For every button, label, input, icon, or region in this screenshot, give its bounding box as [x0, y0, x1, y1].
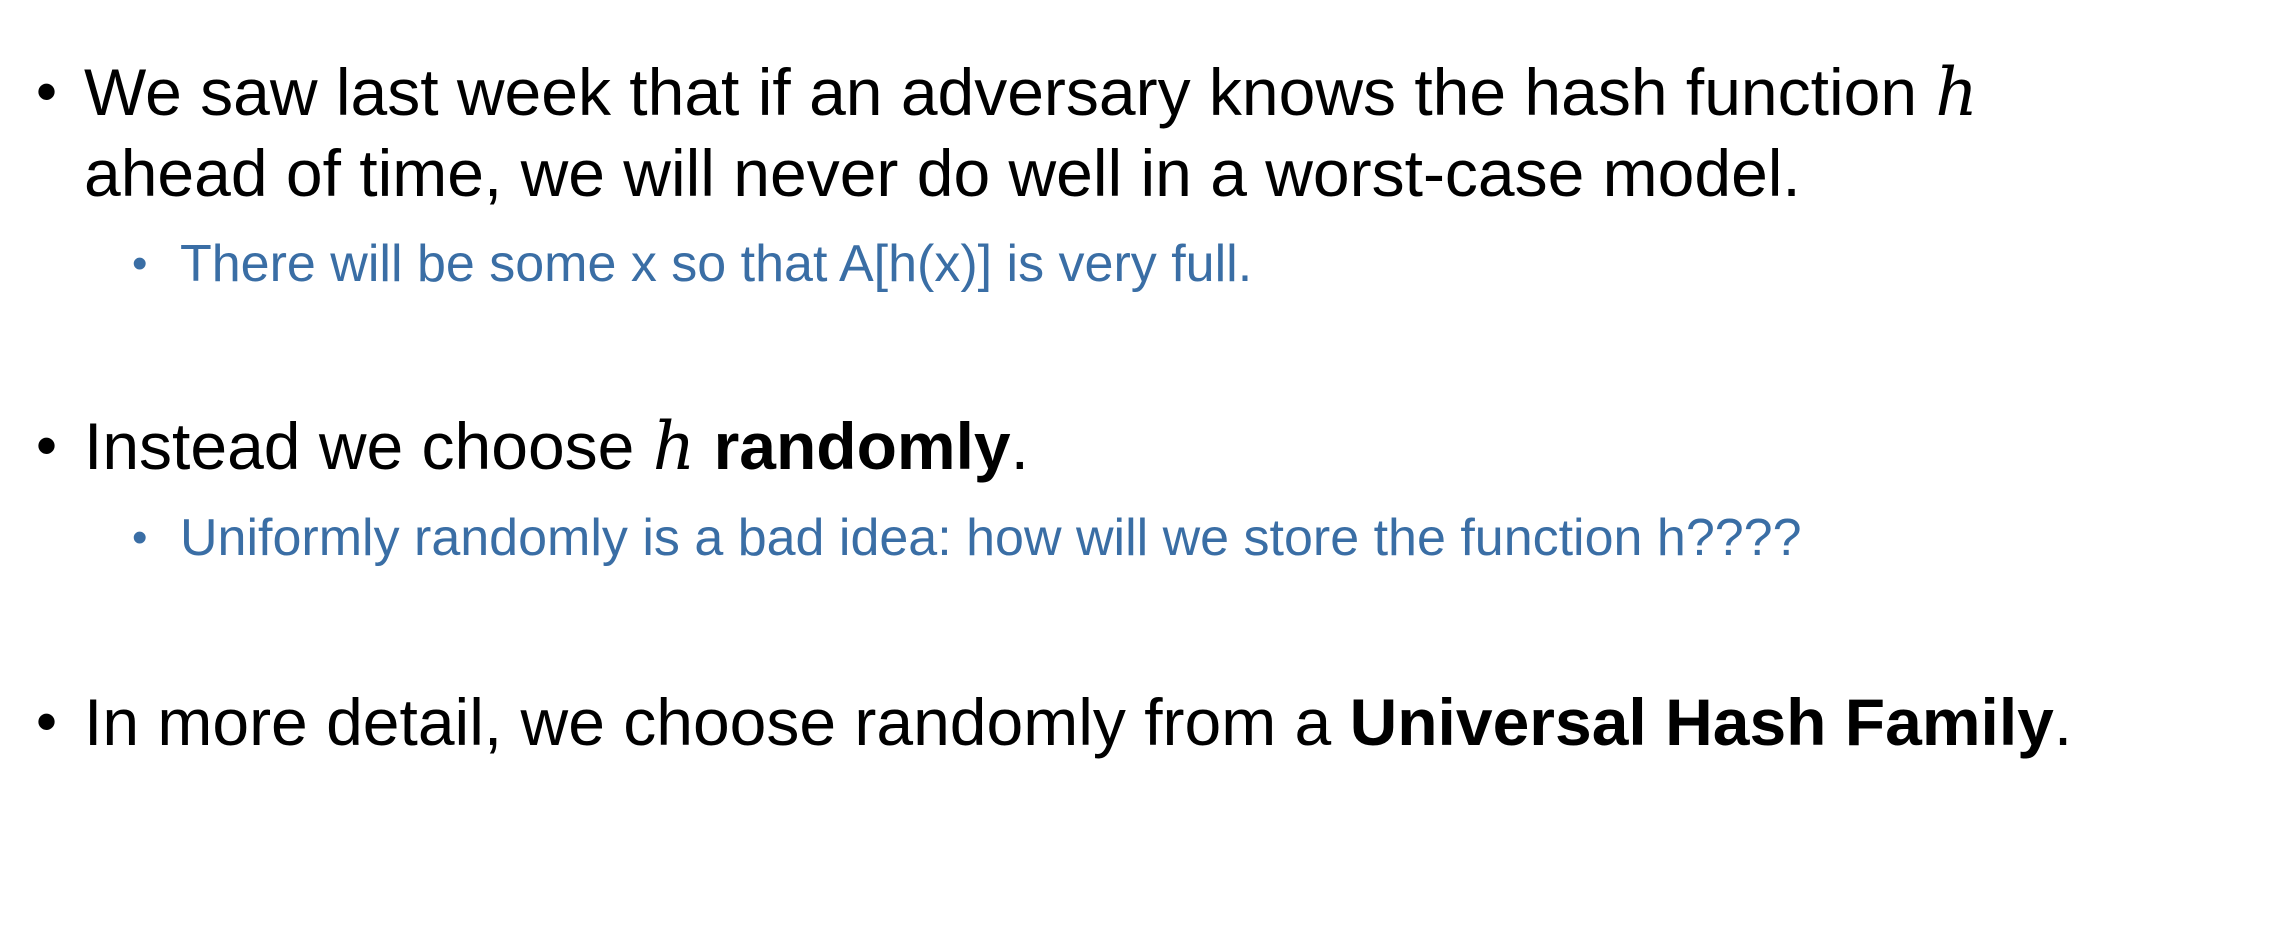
- bullet-1-line-2: ahead of time, we will never do well in …: [84, 136, 1801, 210]
- math-h: h: [652, 408, 696, 485]
- bullet-3-pre: In more detail, we choose randomly from …: [84, 685, 1350, 759]
- bullet-2-post: .: [1010, 409, 1029, 483]
- bullet-3: • In more detail, we choose randomly fro…: [36, 682, 2073, 762]
- bullet-1: • We saw last week that if an adversary …: [36, 52, 1978, 213]
- bullet-1-line-1: We saw last week that if an adversary kn…: [84, 52, 1978, 133]
- bullet-1-sub: • There will be some x so that A[h(x)] i…: [132, 232, 1253, 296]
- bullet-2-mid: [695, 409, 713, 483]
- bullet-glyph: •: [36, 688, 58, 755]
- bullet-1-text: We saw last week that if an adversary kn…: [84, 55, 1936, 129]
- bullet-2-sub-text: Uniformly randomly is a bad idea: how wi…: [180, 509, 1802, 567]
- math-h: h: [1935, 54, 1978, 131]
- bullet-3-bold: Universal Hash Family: [1349, 685, 2054, 759]
- bullet-1-sub-text: There will be some x so that A[h(x)] is …: [180, 235, 1253, 293]
- bullet-2-sub: • Uniformly randomly is a bad idea: how …: [132, 506, 1802, 570]
- bullet-2-bold: randomly: [713, 409, 1011, 483]
- bullet-glyph: •: [36, 412, 58, 479]
- bullet-glyph: •: [132, 513, 148, 562]
- bullet-glyph: •: [132, 239, 148, 288]
- bullet-2-pre: Instead we choose: [84, 409, 653, 483]
- bullet-glyph: •: [36, 58, 58, 125]
- bullet-3-post: .: [2053, 685, 2073, 759]
- slide: • We saw last week that if an adversary …: [0, 0, 2276, 942]
- bullet-2: • Instead we choose h randomly.: [36, 406, 1029, 487]
